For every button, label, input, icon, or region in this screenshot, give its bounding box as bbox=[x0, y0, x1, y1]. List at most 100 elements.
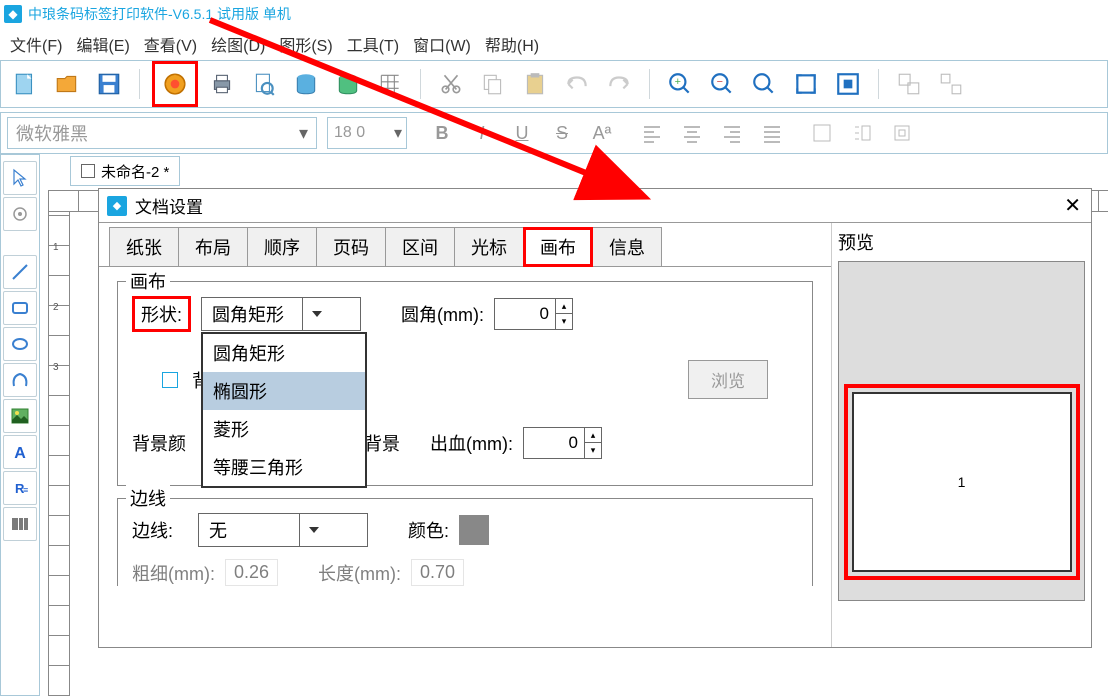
fitpage-button[interactable] bbox=[830, 66, 866, 102]
database2-button[interactable] bbox=[330, 66, 366, 102]
dialog-title: 文档设置 bbox=[135, 193, 203, 218]
border-label: 边线: bbox=[132, 517, 188, 543]
richtext-tool[interactable]: R≡ bbox=[3, 471, 37, 505]
italic-button[interactable]: I bbox=[467, 118, 497, 148]
bold-button[interactable]: B bbox=[427, 118, 457, 148]
bleed-up[interactable]: ▴ bbox=[585, 428, 601, 443]
fontsize-select[interactable]: 18 0 bbox=[327, 117, 407, 149]
group-button[interactable] bbox=[891, 66, 927, 102]
ruler-vertical: 1 2 3 bbox=[48, 212, 70, 696]
tab-cursor[interactable]: 光标 bbox=[454, 227, 524, 266]
polygon-tool[interactable] bbox=[3, 363, 37, 397]
doc-settings-button-highlight bbox=[152, 61, 198, 107]
grid-button[interactable] bbox=[372, 66, 408, 102]
menu-shape[interactable]: 图形(S) bbox=[279, 32, 332, 56]
svg-text:−: − bbox=[717, 76, 723, 88]
menu-window[interactable]: 窗口(W) bbox=[413, 32, 471, 56]
weight-label: 粗细(mm): bbox=[132, 560, 215, 586]
document-area: 未命名-2 * 1 2 3 ◆ 文档设置 ✕ 纸张 布局 顺序 页码 bbox=[40, 154, 1108, 696]
tab-range[interactable]: 区间 bbox=[385, 227, 455, 266]
tab-page[interactable]: 页码 bbox=[316, 227, 386, 266]
font-select[interactable]: 微软雅黑 bbox=[7, 117, 317, 149]
paste-button[interactable] bbox=[517, 66, 553, 102]
bgcolor-label: 背景颜 bbox=[132, 430, 186, 456]
tab-layout[interactable]: 布局 bbox=[178, 227, 248, 266]
corner-up[interactable]: ▴ bbox=[556, 299, 572, 314]
align-center-button[interactable] bbox=[677, 118, 707, 148]
corner-label: 圆角(mm): bbox=[401, 301, 484, 327]
tab-order[interactable]: 顺序 bbox=[247, 227, 317, 266]
preview-page-num: 1 bbox=[958, 474, 966, 490]
tab-canvas[interactable]: 画布 bbox=[523, 227, 593, 267]
shape-option-3[interactable]: 等腰三角形 bbox=[203, 448, 365, 486]
menu-tools[interactable]: 工具(T) bbox=[347, 32, 399, 56]
strike-button[interactable]: S bbox=[547, 118, 577, 148]
corner-down[interactable]: ▾ bbox=[556, 314, 572, 329]
fit-button[interactable] bbox=[788, 66, 824, 102]
align-justify-button[interactable] bbox=[757, 118, 787, 148]
print-button[interactable] bbox=[204, 66, 240, 102]
rect-tool[interactable] bbox=[3, 291, 37, 325]
corner-field[interactable] bbox=[495, 299, 555, 329]
save-button[interactable] bbox=[91, 66, 127, 102]
menu-file[interactable]: 文件(F) bbox=[10, 32, 62, 56]
doc-tab-icon bbox=[81, 164, 95, 178]
shape-dropdown-button[interactable] bbox=[302, 297, 330, 331]
close-button[interactable]: ✕ bbox=[1064, 193, 1081, 218]
style-button[interactable]: Aª bbox=[587, 118, 617, 148]
bleed-down[interactable]: ▾ bbox=[585, 443, 601, 458]
cut-button[interactable] bbox=[433, 66, 469, 102]
hand-tool[interactable] bbox=[3, 197, 37, 231]
zoomin-button[interactable]: + bbox=[662, 66, 698, 102]
zoom-button[interactable] bbox=[746, 66, 782, 102]
menu-view[interactable]: 查看(V) bbox=[144, 32, 197, 56]
length-value: 0.70 bbox=[411, 559, 464, 586]
tab-paper[interactable]: 纸张 bbox=[109, 227, 179, 266]
align-left-button[interactable] bbox=[637, 118, 667, 148]
redo-button[interactable] bbox=[601, 66, 637, 102]
tab-content: 画布 形状: 圆角矩形 圆角矩形 椭圆形 菱形 bbox=[99, 267, 831, 612]
shape-option-2[interactable]: 菱形 bbox=[203, 410, 365, 448]
weight-value: 0.26 bbox=[225, 559, 278, 586]
border-dropdown-button[interactable] bbox=[299, 513, 327, 547]
preview-button[interactable] bbox=[246, 66, 282, 102]
app-title: 中琅条码标签打印软件-V6.5.1 试用版 单机 bbox=[28, 4, 291, 24]
para3-button[interactable] bbox=[887, 118, 917, 148]
browse-button[interactable]: 浏览 bbox=[688, 360, 768, 399]
shape-label: 形状: bbox=[132, 296, 191, 332]
copy-button[interactable] bbox=[475, 66, 511, 102]
line-tool[interactable] bbox=[3, 255, 37, 289]
shape-dropdown: 圆角矩形 椭圆形 菱形 等腰三角形 bbox=[201, 332, 367, 488]
color-swatch[interactable] bbox=[459, 515, 489, 545]
document-tab[interactable]: 未命名-2 * bbox=[70, 156, 180, 186]
text-tool[interactable]: A bbox=[3, 435, 37, 469]
align-right-button[interactable] bbox=[717, 118, 747, 148]
menu-edit[interactable]: 编辑(E) bbox=[76, 32, 129, 56]
shape-combo[interactable]: 圆角矩形 圆角矩形 椭圆形 菱形 等腰三角形 bbox=[201, 297, 361, 331]
border-combo[interactable]: 无 bbox=[198, 513, 368, 547]
para1-button[interactable] bbox=[807, 118, 837, 148]
para2-button[interactable] bbox=[847, 118, 877, 148]
image-tool[interactable] bbox=[3, 399, 37, 433]
ungroup-button[interactable] bbox=[933, 66, 969, 102]
new-button[interactable] bbox=[7, 66, 43, 102]
underline-button[interactable]: U bbox=[507, 118, 537, 148]
doc-settings-button[interactable] bbox=[157, 66, 193, 102]
bleed-input[interactable]: ▴▾ bbox=[523, 427, 602, 459]
open-button[interactable] bbox=[49, 66, 85, 102]
undo-button[interactable] bbox=[559, 66, 595, 102]
shape-option-0[interactable]: 圆角矩形 bbox=[203, 334, 365, 372]
corner-input[interactable]: ▴▾ bbox=[494, 298, 573, 330]
bg-checkbox[interactable] bbox=[162, 372, 178, 388]
tab-info[interactable]: 信息 bbox=[592, 227, 662, 266]
preview-panel: 预览 1 bbox=[831, 223, 1091, 647]
menu-draw[interactable]: 绘图(D) bbox=[211, 32, 265, 56]
bleed-field[interactable] bbox=[524, 428, 584, 458]
zoomout-button[interactable]: − bbox=[704, 66, 740, 102]
barcode-tool[interactable] bbox=[3, 507, 37, 541]
ellipse-tool[interactable] bbox=[3, 327, 37, 361]
menu-help[interactable]: 帮助(H) bbox=[485, 32, 539, 56]
database-button[interactable] bbox=[288, 66, 324, 102]
shape-option-1[interactable]: 椭圆形 bbox=[203, 372, 365, 410]
pointer-tool[interactable] bbox=[3, 161, 37, 195]
